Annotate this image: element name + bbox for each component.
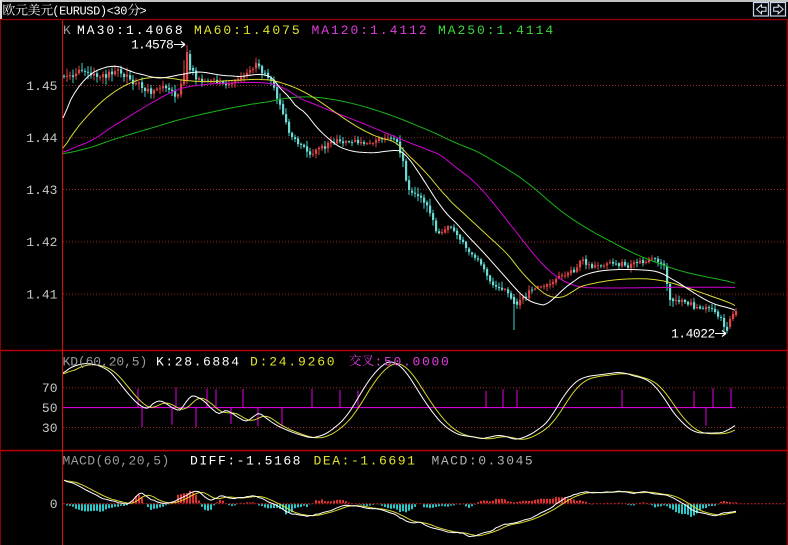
svg-text:K:28.6884: K:28.6884 [156, 355, 241, 370]
svg-text:1.42: 1.42 [26, 235, 57, 250]
svg-text:(EURUSD)<30: (EURUSD)<30 [52, 4, 127, 18]
svg-text:MA60:1.4075: MA60:1.4075 [194, 23, 302, 38]
svg-text:MA250:1.4114: MA250:1.4114 [438, 23, 555, 38]
svg-text:MACD(60,20,5): MACD(60,20,5) [63, 454, 170, 469]
svg-text:DEA:-1.6691: DEA:-1.6691 [314, 454, 417, 469]
svg-text:DIFF:-1.5168: DIFF:-1.5168 [190, 454, 302, 469]
svg-text:1.4578: 1.4578 [131, 38, 173, 53]
svg-text:30: 30 [42, 421, 58, 436]
svg-text:70: 70 [42, 381, 58, 396]
svg-text:1.41: 1.41 [26, 287, 57, 302]
svg-text:1.4022: 1.4022 [671, 327, 715, 342]
svg-text::50.0000: :50.0000 [375, 355, 451, 370]
svg-text:>: > [140, 4, 147, 18]
svg-text:50: 50 [42, 401, 58, 416]
svg-text:K: K [63, 23, 71, 38]
svg-text:MA30:1.4068: MA30:1.4068 [77, 23, 185, 38]
svg-text:D:24.9260: D:24.9260 [250, 355, 336, 370]
svg-text:1.45: 1.45 [26, 79, 57, 94]
svg-text:MACD:0.3045: MACD:0.3045 [432, 454, 535, 469]
svg-text:1.44: 1.44 [26, 131, 57, 146]
svg-text:KD(60,20,5): KD(60,20,5) [63, 355, 148, 370]
svg-text:1.43: 1.43 [26, 183, 57, 198]
svg-text:0: 0 [50, 497, 58, 512]
svg-text:MA120:1.4112: MA120:1.4112 [312, 23, 429, 38]
